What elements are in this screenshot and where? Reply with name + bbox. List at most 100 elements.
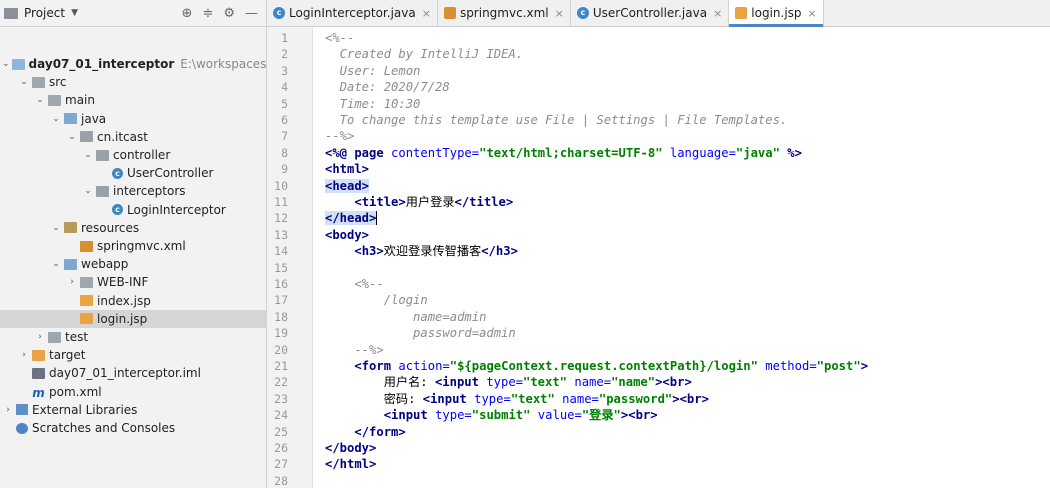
code-token: Time: 10:30	[325, 96, 421, 111]
line-number: 12	[274, 211, 288, 226]
close-icon[interactable]: ×	[422, 7, 431, 20]
expand-arrow-icon[interactable]: ⌄	[18, 77, 30, 87]
expand-arrow-icon[interactable]: ⌄	[34, 95, 46, 105]
tab-label: LoginInterceptor.java	[289, 6, 416, 20]
tree-item[interactable]: › target	[0, 346, 266, 364]
code-token: <input	[422, 391, 475, 406]
code-token: 欢迎登录传智播客	[383, 244, 482, 259]
tree-item[interactable]: ⌄ controller	[0, 146, 266, 164]
tree-item-label: day07_01_interceptor	[28, 57, 175, 71]
tree-item-label: target	[49, 348, 86, 363]
code-token: value=	[530, 408, 582, 423]
line-number: 19	[274, 326, 288, 341]
scratches-icon	[16, 422, 28, 434]
code-token: <%--	[325, 277, 384, 291]
code-token: <head>	[325, 178, 370, 193]
code-token: </title>	[454, 195, 514, 209]
tree-item[interactable]: m pom.xml	[0, 383, 266, 401]
tab-label: UserController.java	[592, 6, 708, 20]
close-icon[interactable]: ×	[808, 7, 817, 20]
editor-tab[interactable]: login.jsp ×	[729, 0, 824, 27]
tree-item[interactable]: › WEB-INF	[0, 273, 266, 291]
expand-arrow-icon[interactable]: ⌄	[50, 114, 62, 124]
tree-item[interactable]: index.jsp	[0, 292, 266, 310]
code-token: 用户登录	[405, 195, 455, 209]
expand-arrow-icon[interactable]: ⌄	[66, 132, 78, 142]
code-token: </body>	[325, 441, 377, 455]
tree-item[interactable]: Scratches and Consoles	[0, 419, 266, 437]
close-icon[interactable]: ×	[555, 7, 564, 20]
tree-item[interactable]: login.jsp	[0, 309, 266, 328]
expand-arrow-icon[interactable]: ⌄	[50, 223, 62, 233]
line-number: 2	[281, 47, 288, 62]
editor-tab[interactable]: c UserController.java ×	[571, 0, 730, 26]
expand-arrow-icon[interactable]: ⌄	[82, 150, 94, 160]
tree-item[interactable]: c LoginInterceptor	[0, 201, 266, 219]
tree-item-label: index.jsp	[97, 293, 151, 308]
code-token: name=	[554, 391, 599, 406]
editor-tab[interactable]: c LoginInterceptor.java ×	[267, 0, 438, 26]
folder-icon	[80, 276, 93, 288]
code-token: <input	[434, 375, 487, 390]
line-number: 15	[274, 260, 288, 275]
line-number: 13	[274, 227, 288, 242]
code-token: name=	[567, 375, 612, 390]
expand-arrow-icon[interactable]: ⌄	[2, 59, 10, 69]
tree-item[interactable]: ⌄ resources	[0, 219, 266, 237]
code-token: 用户名:	[325, 375, 435, 390]
line-number: 9	[281, 162, 288, 177]
gear-icon[interactable]: ⚙	[223, 6, 235, 21]
tree-item-label: java	[81, 111, 107, 126]
expand-arrow-icon[interactable]: ⌄	[82, 186, 94, 196]
text-cursor	[376, 211, 378, 226]
module-path: E:\workspaces\w-ide	[180, 57, 267, 71]
tree-item[interactable]: springmvc.xml	[0, 237, 266, 255]
editor-tabs: c LoginInterceptor.java × springmvc.xml × c Us…	[267, 0, 1050, 27]
tree-item[interactable]: ⌄ interceptors	[0, 182, 266, 200]
tree-item[interactable]: › test	[0, 328, 266, 346]
hide-icon[interactable]: —	[245, 6, 258, 21]
collapse-arrow-icon[interactable]: ›	[34, 332, 46, 342]
code-line: <form action="${pageContext.request.cont…	[325, 358, 868, 374]
expand-arrow-icon[interactable]: ⌄	[50, 259, 62, 269]
tree-item[interactable]: ⌄ main	[0, 91, 266, 109]
code-line: <html>	[325, 161, 369, 177]
code-line: password=admin	[325, 325, 516, 341]
collapse-arrow-icon[interactable]: ›	[66, 277, 78, 287]
chevron-down-icon[interactable]: ▼	[71, 8, 78, 18]
line-number: 22	[274, 375, 288, 390]
line-number: 3	[281, 63, 288, 78]
line-number: 17	[274, 293, 288, 308]
folder-icon	[48, 94, 61, 106]
close-icon[interactable]: ×	[713, 7, 722, 20]
tree-item-label: day07_01_interceptor.iml	[49, 366, 201, 381]
tree-item-label: test	[65, 330, 89, 344]
package-icon	[80, 131, 93, 143]
tree-item[interactable]: ⌄ src	[0, 73, 266, 91]
tree-item[interactable]: ⌄ webapp	[0, 255, 266, 273]
tree-item[interactable]: c UserController	[0, 164, 266, 182]
code-editor[interactable]: <%-- Created by IntelliJ IDEA. User: Lem…	[313, 27, 1050, 488]
tree-item-label: pom.xml	[49, 384, 102, 399]
code-line: Time: 10:30	[325, 96, 421, 112]
project-panel-title[interactable]: Project	[24, 6, 65, 20]
collapse-all-icon[interactable]: ≑	[202, 6, 213, 21]
locate-icon[interactable]: ⊕	[182, 6, 193, 21]
collapse-arrow-icon[interactable]: ›	[18, 350, 30, 360]
tree-item[interactable]: ⌄ java	[0, 110, 266, 128]
tree-item[interactable]: ⌄ day07_01_interceptor E:\workspaces\w-ide	[0, 55, 266, 73]
tab-label: springmvc.xml	[459, 6, 549, 20]
editor-tab[interactable]: springmvc.xml ×	[438, 0, 571, 26]
code-line: 用户名: <input type="text" name="name"><br>	[325, 374, 692, 390]
maven-icon: m	[32, 386, 45, 401]
code-token: <form	[354, 359, 399, 373]
tree-item[interactable]: › External Libraries	[0, 401, 266, 419]
code-line: </form>	[325, 424, 405, 440]
line-number: 5	[281, 96, 288, 111]
collapse-arrow-icon[interactable]: ›	[2, 405, 14, 415]
tree-item[interactable]: ⌄ cn.itcast	[0, 128, 266, 146]
tree-item[interactable]: day07_01_interceptor.iml	[0, 364, 266, 382]
code-line: To change this template use File | Setti…	[325, 112, 788, 128]
